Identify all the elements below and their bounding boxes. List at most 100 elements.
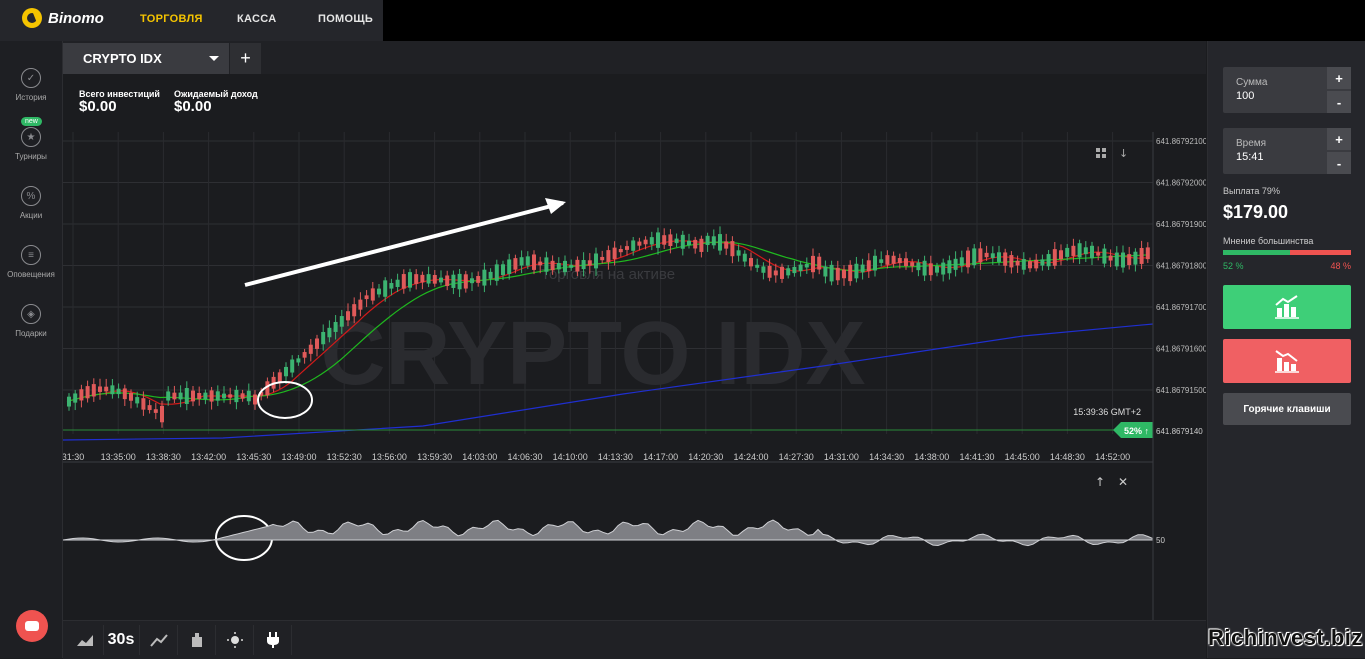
candle [656, 232, 660, 248]
candle [842, 269, 846, 279]
candle [1121, 252, 1125, 268]
add-asset-button[interactable]: + [230, 43, 261, 74]
brand-logo[interactable]: Binomo [22, 8, 104, 28]
candle [947, 260, 952, 274]
time-decrease-button[interactable]: - [1327, 152, 1351, 174]
sidebar-item-promos[interactable]: % Акции [0, 186, 62, 220]
candle [1139, 247, 1144, 264]
candle [928, 263, 933, 276]
time-increase-button[interactable]: + [1327, 128, 1351, 150]
plug-icon[interactable] [255, 625, 292, 655]
candle [160, 405, 164, 423]
time-value[interactable]: 15:41 [1236, 151, 1264, 163]
hotkeys-button[interactable]: Горячие клавиши [1223, 393, 1351, 425]
candle [79, 389, 84, 401]
candle [711, 236, 716, 246]
nav-trading[interactable]: ТОРГОВЛЯ [140, 13, 203, 25]
sidebar-item-label: История [15, 93, 47, 102]
candle [668, 234, 673, 247]
sidebar-item-tournaments[interactable]: ★ Турниры [0, 127, 62, 161]
x-tick-label: 13:59:30 [417, 452, 452, 462]
x-tick-label: 14:27:30 [779, 452, 814, 462]
candle [352, 304, 357, 317]
candle [346, 311, 350, 321]
candle [718, 234, 722, 251]
candle [705, 235, 710, 246]
candle [445, 275, 450, 287]
x-tick-label: 14:45:00 [1005, 452, 1040, 462]
candle [191, 390, 195, 402]
x-tick-label: 14:13:30 [598, 452, 633, 462]
amount-field[interactable]: Сумма 100 + - [1223, 67, 1351, 113]
candle [129, 392, 133, 401]
candle [569, 264, 574, 268]
candle [916, 262, 921, 271]
time-field[interactable]: Время 15:41 + - [1223, 128, 1351, 174]
candle [749, 258, 753, 267]
candle [693, 239, 698, 249]
trend-arrow-head [545, 198, 566, 214]
candle [643, 239, 648, 245]
list-icon: ≡ [21, 245, 41, 265]
nav-cashier[interactable]: КАССА [237, 13, 276, 25]
candle [85, 386, 90, 399]
x-tick-label: 13:52:30 [327, 452, 362, 462]
candle [147, 405, 152, 411]
sidebar-item-notifications[interactable]: ≡ Оповещения [0, 245, 62, 279]
candle [414, 274, 419, 284]
trade-panel: Сумма 100 + - Время 15:41 + - Выплата 79… [1207, 41, 1365, 658]
candle [1096, 252, 1101, 256]
indicators-icon[interactable] [179, 625, 216, 655]
timeframe-button[interactable]: 30s [103, 625, 140, 655]
theme-brightness-icon[interactable] [217, 625, 254, 655]
sidebar-item-history[interactable]: ✓ История [0, 68, 62, 102]
candle [941, 262, 946, 275]
y-tick-label: 641.86791600 [1156, 345, 1206, 354]
candle [910, 262, 915, 267]
candle [426, 274, 431, 284]
candle [860, 264, 865, 273]
x-tick-label: 14:24:00 [733, 452, 768, 462]
sidebar-item-gifts[interactable]: ◈ Подарки [0, 304, 62, 338]
candle [848, 264, 853, 282]
candle [203, 392, 208, 400]
drawing-tools-icon[interactable] [141, 625, 178, 655]
candle [253, 394, 257, 405]
amount-decrease-button[interactable]: - [1327, 91, 1351, 113]
trade-down-button[interactable] [1223, 339, 1351, 383]
candle [321, 331, 326, 345]
y-tick-label: 641.86792000 [1156, 179, 1206, 188]
candle [997, 252, 1001, 262]
chart-watermark: CRYPTO IDX [320, 304, 865, 404]
x-tick-label: 14:10:00 [553, 452, 588, 462]
majority-up-percent: 52 % [1223, 261, 1244, 271]
candle [532, 254, 536, 270]
candle [606, 250, 611, 262]
majority-down-percent: 48 % [1330, 261, 1351, 271]
candle [197, 392, 202, 400]
candle [1052, 249, 1057, 266]
candle [823, 266, 828, 277]
chat-button[interactable] [16, 610, 48, 642]
candle [277, 372, 282, 383]
binomo-logo-icon [22, 8, 42, 28]
asset-selector[interactable]: CRYPTO IDX [63, 43, 229, 74]
candle [687, 240, 691, 246]
candle [538, 261, 543, 266]
x-tick-label: 13:42:00 [191, 452, 226, 462]
chart-area[interactable]: Всего инвестиций $0.00 Ожидаемый доход $… [63, 74, 1206, 620]
candle [891, 255, 896, 264]
trade-up-button[interactable] [1223, 285, 1351, 329]
area-chart-icon[interactable] [67, 625, 104, 655]
candle [581, 260, 586, 270]
check-circle-icon: ✓ [21, 68, 41, 88]
amount-increase-button[interactable]: + [1327, 67, 1351, 89]
x-tick-label: 14:48:30 [1050, 452, 1085, 462]
candle [420, 274, 425, 283]
amount-value[interactable]: 100 [1236, 90, 1254, 102]
candle [780, 266, 784, 279]
nav-help[interactable]: ПОМОЩЬ [318, 13, 373, 25]
candle [234, 389, 239, 403]
price-chart[interactable]: CRYPTO IDX Торговля на активе 641.867921… [63, 74, 1206, 620]
candle [575, 259, 580, 272]
